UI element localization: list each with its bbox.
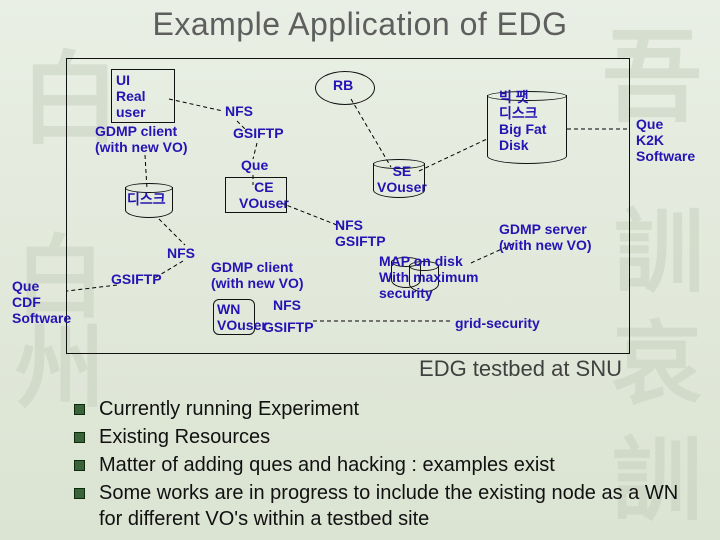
- que-label: Que: [241, 157, 268, 173]
- list-item: Existing Resources: [74, 424, 700, 450]
- se-vouser-label: SE VOuser: [377, 163, 427, 195]
- map-block-label: MAP on disk With maximum security: [379, 253, 478, 301]
- list-item: Currently running Experiment: [74, 396, 700, 422]
- bullet-icon: [74, 460, 85, 471]
- bullet-text: Some works are in progress to include th…: [99, 480, 700, 532]
- nfs-gsiftp-center-label: NFS GSIFTP: [335, 217, 386, 249]
- disk-kor-label: 디스크: [127, 191, 166, 207]
- grid-security-label: grid-security: [455, 315, 540, 331]
- gsiftp-wn-label: GSIFTP: [263, 319, 314, 335]
- gsiftp-lower-label: GSIFTP: [111, 271, 162, 287]
- slide-title: Example Application of EDG: [0, 6, 720, 43]
- ui-line3: user: [116, 104, 170, 120]
- diagram-frame: UI Real user GDMP client (with new VO) N…: [66, 58, 630, 354]
- gdmp-server-label: GDMP server (with new VO): [499, 221, 592, 253]
- ui-line1: UI: [116, 72, 170, 88]
- ui-box: UI Real user: [111, 69, 175, 123]
- rb-label: RB: [333, 77, 353, 93]
- slide-root: 白 吾 訓 哀 訓 白州 Example Application of EDG: [0, 0, 720, 540]
- big-disk-label: 빅 팻 디스크 Big Fat Disk: [499, 89, 546, 153]
- que-k2k-label: Que K2K Software: [636, 116, 695, 164]
- bullet-text: Currently running Experiment: [99, 396, 700, 422]
- bullet-text: Existing Resources: [99, 424, 700, 450]
- ce-vouser-label: CE VOuser: [239, 179, 289, 211]
- ui-line2: Real: [116, 88, 170, 104]
- gdmp-client-label: GDMP client (with new VO): [95, 123, 188, 155]
- gdmp-client2-label: GDMP client (with new VO): [211, 259, 304, 291]
- que-cdf-label: Que CDF Software: [12, 278, 71, 326]
- bullet-icon: [74, 404, 85, 415]
- nfs-lower-label: NFS: [167, 245, 195, 261]
- nfs-label: NFS: [225, 103, 253, 119]
- bullet-icon: [74, 488, 85, 499]
- nfs-wn-label: NFS: [273, 297, 301, 313]
- gsiftp-label: GSIFTP: [233, 125, 284, 141]
- bullet-list: Currently running Experiment Existing Re…: [74, 396, 700, 534]
- list-item: Matter of adding ques and hacking : exam…: [74, 452, 700, 478]
- bullet-icon: [74, 432, 85, 443]
- bullet-text: Matter of adding ques and hacking : exam…: [99, 452, 700, 478]
- list-item: Some works are in progress to include th…: [74, 480, 700, 532]
- wn-vouser-label: WN VOuser: [217, 301, 267, 333]
- diagram-caption: EDG testbed at SNU: [66, 356, 628, 382]
